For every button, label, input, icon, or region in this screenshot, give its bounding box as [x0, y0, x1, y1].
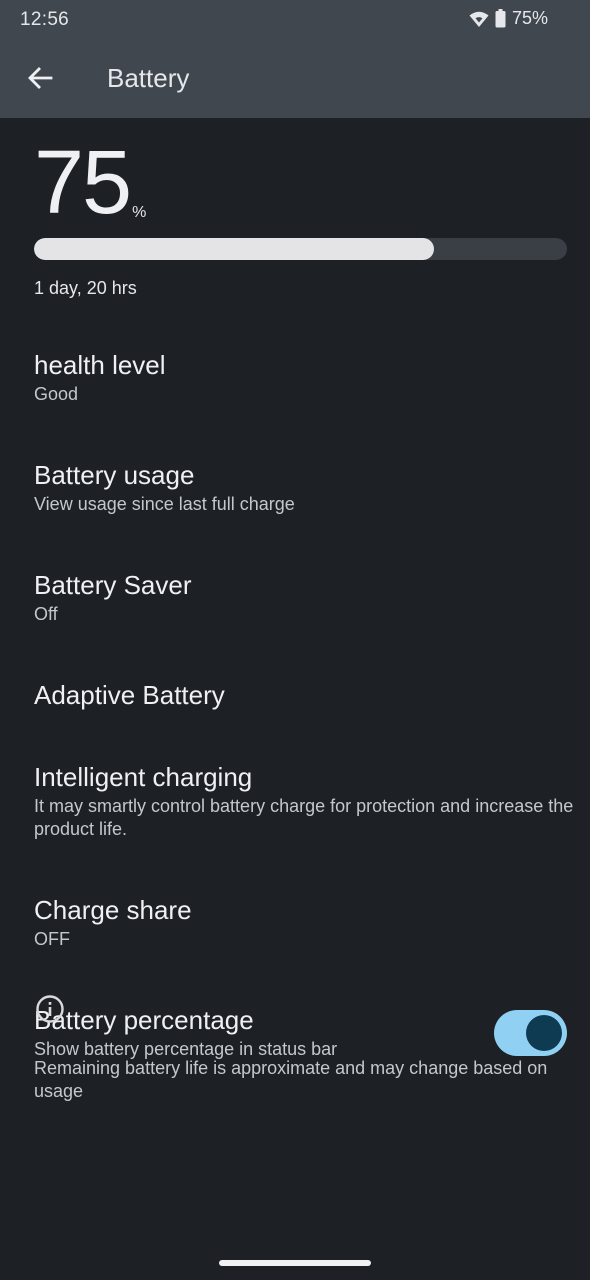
charge-share-item[interactable]: Charge share OFF — [34, 894, 574, 951]
battery-icon — [495, 9, 506, 28]
gesture-nav-handle[interactable] — [219, 1260, 371, 1266]
battery-level: 75 % — [34, 138, 146, 228]
item-subtitle: OFF — [34, 929, 70, 949]
back-arrow-icon — [28, 67, 53, 89]
footnote-text: Remaining battery life is approximate an… — [34, 1058, 548, 1101]
item-title: Battery Saver — [34, 570, 192, 600]
item-subtitle: Off — [34, 604, 58, 624]
battery-level-unit: % — [132, 204, 147, 221]
status-battery-percent: 75% — [511, 8, 548, 28]
intelligent-charging-item[interactable]: Intelligent charging It may smartly cont… — [34, 761, 574, 841]
top-header: 12:56 75% Battery — [0, 0, 590, 118]
adaptive-battery-item[interactable]: Adaptive Battery — [34, 679, 574, 711]
item-title: Battery percentage — [34, 1005, 254, 1035]
item-title: Intelligent charging — [34, 762, 253, 792]
wifi-icon — [469, 10, 489, 28]
battery-usage-item[interactable]: Battery usage View usage since last full… — [34, 459, 574, 516]
battery-saver-item[interactable]: Battery Saver Off — [34, 569, 574, 626]
item-title: health level — [34, 350, 166, 380]
status-time: 12:56 — [20, 9, 70, 30]
battery-percentage-item[interactable]: Battery percentage Show battery percenta… — [34, 1004, 474, 1061]
item-subtitle: Good — [34, 384, 79, 404]
status-bar: 12:56 75% — [0, 0, 590, 40]
item-subtitle: View usage since last full charge — [34, 494, 295, 514]
item-subtitle: It may smartly control battery charge fo… — [34, 796, 574, 839]
page-title: Battery — [107, 63, 190, 93]
battery-progress-fill — [34, 238, 434, 260]
battery-percentage-toggle[interactable] — [494, 1010, 567, 1056]
battery-level-number: 75 — [34, 133, 132, 233]
item-title: Adaptive Battery — [34, 680, 225, 710]
item-title: Battery usage — [34, 460, 195, 490]
battery-progress-bar — [34, 238, 567, 260]
toggle-knob — [526, 1015, 562, 1051]
battery-remaining-time: 1 day, 20 hrs — [34, 278, 137, 298]
app-bar: Battery — [0, 40, 590, 118]
info-icon — [36, 995, 64, 1023]
item-title: Charge share — [34, 895, 192, 925]
status-indicators: 75% — [469, 8, 548, 29]
health-level-item[interactable]: health level Good — [34, 349, 574, 406]
back-button[interactable] — [20, 58, 60, 98]
